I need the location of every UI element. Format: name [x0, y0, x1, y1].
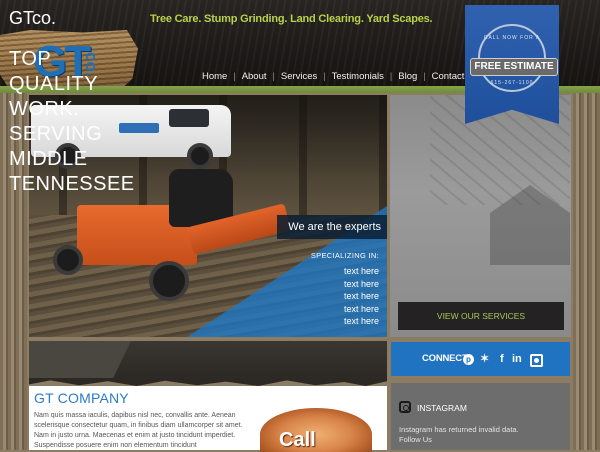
grinder-wheel [149, 261, 189, 301]
headline-line: SERVING [9, 123, 103, 145]
nav-blog[interactable]: Blog [398, 71, 417, 82]
nav-separator: | [323, 71, 326, 81]
headline-line: MIDDLE [9, 148, 88, 170]
company-title: GT COMPANY [34, 390, 129, 406]
pinterest-icon[interactable]: p [463, 352, 474, 366]
instagram-follow-link[interactable]: Follow Us [399, 435, 432, 444]
tagline-brand: GTco. [9, 8, 57, 28]
hero-experts-banner: We are the experts [277, 215, 387, 239]
truck-wheel [187, 143, 213, 169]
list-item: text here [343, 266, 379, 276]
twitter-icon[interactable]: ✶ [480, 352, 489, 366]
nav-testimonials[interactable]: Testimonials [332, 71, 384, 82]
tagline-services: Tree Care. Stump Grinding. Land Clearing… [150, 13, 433, 25]
tagline-tab [29, 341, 131, 379]
headline-line: TENNESSEE [9, 173, 135, 195]
company-description: Nam quis massa iaculis, dapibus nisl nec… [34, 412, 243, 449]
nav-separator: | [272, 71, 275, 81]
company-section: GT COMPANY Nam quis massa iaculis, dapib… [29, 386, 387, 452]
ribbon-phone: 615-267-1100 [490, 80, 534, 86]
bark-border-right [573, 93, 600, 450]
instagram-title: INSTAGRAM [417, 403, 467, 413]
headline-line: TOP [9, 48, 52, 70]
list-item: text here [343, 316, 379, 326]
nav-separator: | [389, 71, 393, 81]
call-button[interactable]: Call [279, 429, 316, 452]
nav-contact[interactable]: Contact [432, 71, 465, 82]
instagram-icon [399, 401, 411, 413]
nav-separator: | [233, 71, 236, 81]
nav-about[interactable]: About [242, 71, 267, 82]
list-item: text here [343, 303, 379, 314]
ribbon-top-text: CALL NOW FOR A [483, 35, 541, 41]
headline-line: WORK. [9, 98, 80, 120]
list-item: text here [343, 291, 379, 301]
nav-services[interactable]: Services [281, 71, 317, 82]
linkedin-icon[interactable]: in [512, 352, 522, 366]
quality-headline: TOP QUALITY WORK. SERVING MIDDLE TENNESS… [9, 47, 179, 197]
torn-edge [29, 378, 387, 386]
nav-home[interactable]: Home [202, 71, 227, 82]
list-item: text here [343, 278, 379, 289]
instagram-error: Instagram has returned invalid data. [399, 425, 519, 434]
facebook-icon[interactable]: f [500, 352, 504, 366]
free-estimate-button[interactable]: FREE ESTIMATE [470, 58, 558, 76]
grinder-wheel [53, 245, 83, 275]
hero-specialties-list: text here text here text here text here … [319, 265, 379, 328]
connect-label: CONNECT [422, 353, 468, 364]
hero-specializing-label: SPECIALIZING IN: [310, 251, 379, 260]
view-services-button[interactable]: VIEW OUR SERVICES [398, 302, 564, 330]
main-nav: Home | About | Services | Testimonials |… [202, 69, 464, 83]
instagram-icon[interactable] [530, 354, 543, 371]
quality-panel [390, 95, 571, 337]
tagline-bar [29, 341, 387, 379]
connect-bar: CONNECT p ✶ f in [391, 342, 570, 376]
call-stump-image[interactable] [260, 408, 372, 452]
headline-line: QUALITY [9, 73, 99, 95]
nav-separator: | [423, 71, 426, 81]
instagram-widget: INSTAGRAM Instagram has returned invalid… [391, 383, 570, 450]
